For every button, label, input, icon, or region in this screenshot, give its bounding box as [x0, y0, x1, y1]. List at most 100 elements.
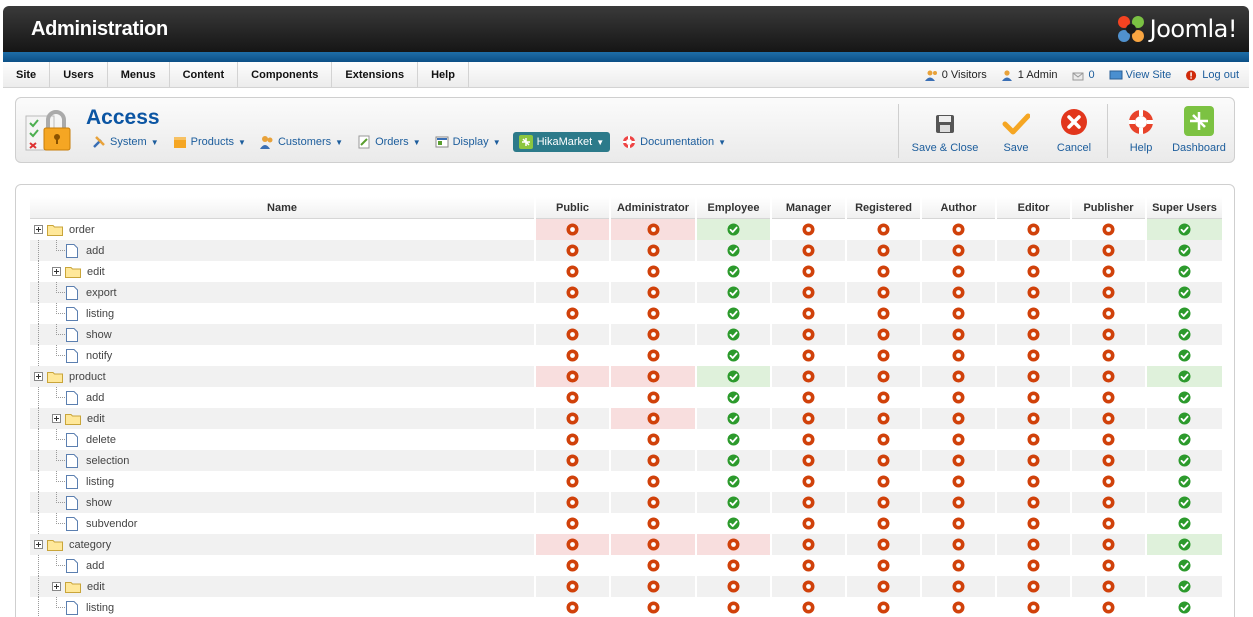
permission-cell[interactable]: [697, 345, 770, 366]
permission-cell[interactable]: [611, 534, 695, 555]
permission-cell[interactable]: [922, 240, 995, 261]
row-label[interactable]: listing: [86, 602, 114, 614]
row-label[interactable]: delete: [86, 434, 116, 446]
permission-cell[interactable]: [997, 282, 1070, 303]
permission-cell[interactable]: [922, 261, 995, 282]
permission-cell[interactable]: [536, 408, 609, 429]
permission-cell[interactable]: [772, 303, 845, 324]
permission-cell[interactable]: [922, 471, 995, 492]
submenu-display[interactable]: Display ▼: [433, 132, 503, 152]
permission-cell[interactable]: [1147, 366, 1222, 387]
permission-cell[interactable]: [847, 303, 920, 324]
permission-cell[interactable]: [1072, 345, 1145, 366]
permission-cell[interactable]: [922, 450, 995, 471]
permission-cell[interactable]: [1147, 282, 1222, 303]
permission-cell[interactable]: [1072, 240, 1145, 261]
permission-cell[interactable]: [922, 492, 995, 513]
permission-cell[interactable]: [536, 219, 609, 240]
row-label[interactable]: listing: [86, 476, 114, 488]
permission-cell[interactable]: [611, 240, 695, 261]
permission-cell[interactable]: [847, 534, 920, 555]
permission-cell[interactable]: [922, 345, 995, 366]
permission-cell[interactable]: [1072, 576, 1145, 597]
permission-cell[interactable]: [536, 492, 609, 513]
permission-cell[interactable]: [847, 261, 920, 282]
permission-cell[interactable]: [847, 324, 920, 345]
permission-cell[interactable]: [997, 492, 1070, 513]
permission-cell[interactable]: [611, 513, 695, 534]
permission-cell[interactable]: [611, 471, 695, 492]
permission-cell[interactable]: [697, 366, 770, 387]
permission-cell[interactable]: [1147, 387, 1222, 408]
permission-cell[interactable]: [997, 387, 1070, 408]
permission-cell[interactable]: [611, 555, 695, 576]
permission-cell[interactable]: [697, 492, 770, 513]
permission-cell[interactable]: [997, 261, 1070, 282]
permission-cell[interactable]: [922, 408, 995, 429]
permission-cell[interactable]: [611, 303, 695, 324]
permission-cell[interactable]: [697, 240, 770, 261]
submenu-orders[interactable]: Orders ▼: [355, 132, 423, 152]
permission-cell[interactable]: [1147, 471, 1222, 492]
permission-cell[interactable]: [1072, 303, 1145, 324]
permission-cell[interactable]: [772, 534, 845, 555]
permission-cell[interactable]: [536, 429, 609, 450]
permission-cell[interactable]: [697, 513, 770, 534]
permission-cell[interactable]: [772, 387, 845, 408]
permission-cell[interactable]: [997, 576, 1070, 597]
permission-cell[interactable]: [772, 555, 845, 576]
permission-cell[interactable]: [997, 450, 1070, 471]
permission-cell[interactable]: [772, 450, 845, 471]
permission-cell[interactable]: [772, 219, 845, 240]
permission-cell[interactable]: [847, 429, 920, 450]
permission-cell[interactable]: [611, 576, 695, 597]
permission-cell[interactable]: [997, 429, 1070, 450]
permission-cell[interactable]: [772, 492, 845, 513]
expand-toggle-icon[interactable]: [34, 372, 43, 381]
permission-cell[interactable]: [611, 450, 695, 471]
permission-cell[interactable]: [697, 387, 770, 408]
permission-cell[interactable]: [772, 324, 845, 345]
permission-cell[interactable]: [1147, 408, 1222, 429]
permission-cell[interactable]: [697, 324, 770, 345]
permission-cell[interactable]: [536, 240, 609, 261]
permission-cell[interactable]: [536, 450, 609, 471]
permission-cell[interactable]: [997, 366, 1070, 387]
menu-extensions[interactable]: Extensions: [332, 62, 419, 87]
permission-cell[interactable]: [1072, 492, 1145, 513]
permission-cell[interactable]: [1147, 513, 1222, 534]
permission-cell[interactable]: [1072, 387, 1145, 408]
menu-site[interactable]: Site: [3, 62, 51, 87]
permission-cell[interactable]: [536, 576, 609, 597]
permission-cell[interactable]: [697, 597, 770, 617]
permission-cell[interactable]: [922, 576, 995, 597]
permission-cell[interactable]: [536, 345, 609, 366]
permission-cell[interactable]: [847, 471, 920, 492]
permission-cell[interactable]: [847, 387, 920, 408]
submenu-hikamarket[interactable]: HikaMarket ▼: [512, 132, 611, 152]
row-label[interactable]: add: [86, 392, 104, 404]
permission-cell[interactable]: [1072, 219, 1145, 240]
permission-cell[interactable]: [772, 513, 845, 534]
permission-cell[interactable]: [611, 387, 695, 408]
permission-cell[interactable]: [772, 282, 845, 303]
expand-toggle-icon[interactable]: [52, 582, 61, 591]
permission-cell[interactable]: [1147, 576, 1222, 597]
row-label[interactable]: edit: [87, 581, 105, 593]
expand-toggle-icon[interactable]: [34, 540, 43, 549]
permission-cell[interactable]: [536, 534, 609, 555]
permission-cell[interactable]: [697, 555, 770, 576]
permission-cell[interactable]: [997, 513, 1070, 534]
permission-cell[interactable]: [1147, 219, 1222, 240]
permission-cell[interactable]: [697, 303, 770, 324]
permission-cell[interactable]: [1147, 555, 1222, 576]
menu-menus[interactable]: Menus: [108, 62, 170, 87]
permission-cell[interactable]: [1072, 471, 1145, 492]
permission-cell[interactable]: [1072, 282, 1145, 303]
permission-cell[interactable]: [847, 597, 920, 617]
permission-cell[interactable]: [1147, 534, 1222, 555]
permission-cell[interactable]: [997, 240, 1070, 261]
logout-link[interactable]: Log out: [1185, 69, 1239, 81]
permission-cell[interactable]: [536, 597, 609, 617]
menu-components[interactable]: Components: [238, 62, 333, 87]
